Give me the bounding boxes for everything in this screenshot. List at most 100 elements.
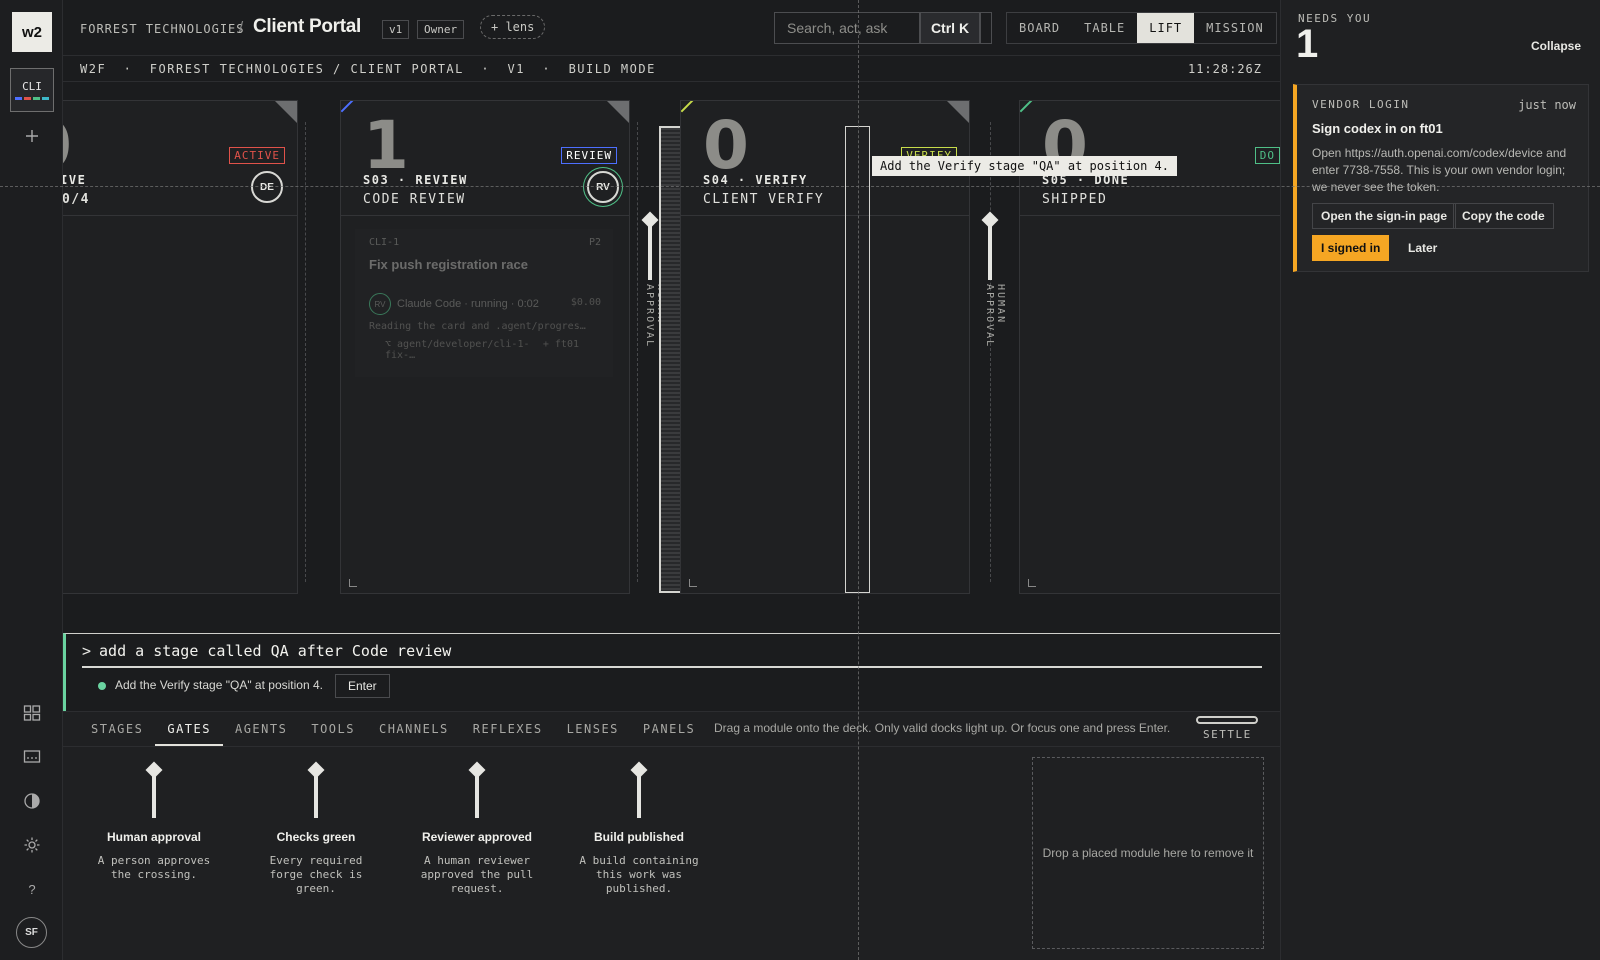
module-build-published[interactable]: Build published A build containing this …: [564, 761, 714, 896]
view-tab-board[interactable]: BOARD: [1007, 13, 1072, 43]
card-branch: ⌥ agent/developer/cli-1-fix-…: [385, 339, 530, 361]
view-tab-table[interactable]: TABLE: [1072, 13, 1137, 43]
tab-lenses[interactable]: LENSES: [555, 712, 631, 746]
lane-gutter: [990, 122, 991, 582]
tab-tools[interactable]: TOOLS: [299, 712, 367, 746]
module-reviewer-approved[interactable]: Reviewer approved A human reviewer appro…: [402, 761, 552, 896]
user-avatar[interactable]: SF: [16, 917, 47, 948]
tab-channels[interactable]: CHANNELS: [367, 712, 461, 746]
crosshair-vertical: [858, 0, 859, 960]
module-title: Checks green: [276, 830, 356, 844]
enter-button[interactable]: Enter: [335, 674, 390, 698]
stage-id: S04 · VERIFY: [703, 173, 808, 187]
agent-avatar[interactable]: RV: [587, 171, 619, 203]
module-tray: STAGES GATES AGENTS TOOLS CHANNELS REFLE…: [63, 711, 1280, 960]
agent-status-text: Claude Code · running · 0:02: [397, 297, 539, 310]
tray-hint: Drag a module onto the deck. Only valid …: [714, 721, 1171, 735]
module-title: Human approval: [106, 830, 202, 844]
tab-divider: [63, 746, 1280, 747]
tab-reflexes[interactable]: REFLEXES: [461, 712, 555, 746]
context-path: W2F · FORREST TECHNOLOGIES / CLIENT PORT…: [80, 62, 656, 76]
copy-code-button[interactable]: Copy the code: [1453, 203, 1554, 229]
work-card-dragging[interactable]: CLI-1 P2 Fix push registration race RV Cl…: [355, 229, 613, 377]
settle-icon[interactable]: [1196, 716, 1258, 724]
module-title: Build published: [594, 830, 684, 844]
later-button[interactable]: Later: [1399, 235, 1446, 261]
shortcut-hint: Ctrl K: [920, 12, 980, 44]
page-title: Client Portal: [253, 16, 362, 37]
gate-pin-icon: [564, 761, 714, 820]
view-tab-mission[interactable]: MISSION: [1194, 13, 1276, 43]
breadcrumb-org[interactable]: FORREST TECHNOLOGIES: [80, 22, 245, 36]
context-strip: W2F · FORREST TECHNOLOGIES / CLIENT PORT…: [63, 56, 1280, 82]
command-suggestion[interactable]: Add the Verify stage "QA" at position 4.: [115, 678, 323, 692]
view-switcher: BOARD TABLE LIFT MISSION: [1006, 12, 1277, 44]
crosshair-horizontal: [0, 186, 1600, 187]
drop-preview-tooltip: Add the Verify stage "QA" at position 4.: [872, 156, 1177, 176]
stage-id: S03 · REVIEW: [363, 173, 468, 187]
help-icon[interactable]: ?: [16, 876, 48, 902]
project-color-bars: [15, 97, 49, 100]
stage-name: NG 0/4: [63, 192, 90, 207]
tab-agents[interactable]: AGENTS: [223, 712, 299, 746]
command-input[interactable]: > add a stage called QA after Code review: [82, 642, 1262, 668]
command-bar: > add a stage called QA after Code review…: [63, 633, 1280, 711]
module-desc: A person approves the crossing.: [97, 854, 211, 881]
card-body: Open https://auth.openai.com/codex/devic…: [1312, 146, 1567, 194]
app-logo[interactable]: w2: [12, 12, 52, 52]
card-icon[interactable]: [16, 744, 48, 770]
card-title: Sign codex in on ft01: [1312, 121, 1443, 136]
agent-avatar[interactable]: DE: [251, 171, 283, 203]
command-text: add a stage called QA after Code review: [99, 642, 452, 660]
search-input[interactable]: Search, act, ask: [774, 12, 920, 44]
module-desc: Every required forge check is green.: [269, 854, 363, 895]
gear-icon[interactable]: [16, 832, 48, 858]
card-activity: Reading the card and .agent/progres…: [369, 321, 586, 332]
stage-id: ACTIVE: [63, 173, 87, 187]
card-kind: VENDOR LOGIN: [1312, 98, 1410, 111]
clock: 11:28:26Z: [1187, 62, 1262, 76]
grid-icon[interactable]: [16, 700, 48, 726]
contrast-icon[interactable]: [16, 788, 48, 814]
remove-drop-zone[interactable]: Drop a placed module here to remove it: [1032, 757, 1264, 949]
card-priority: P2: [588, 237, 601, 248]
tray-tabs: STAGES GATES AGENTS TOOLS CHANNELS REFLE…: [79, 712, 707, 746]
role-badge: Owner: [417, 20, 465, 39]
module-human-approval[interactable]: Human approval A person approves the cro…: [79, 761, 229, 882]
view-tab-lift[interactable]: LIFT: [1137, 13, 1195, 43]
top-bar: FORREST TECHNOLOGIES / Client Portal v1 …: [63, 0, 1280, 56]
breadcrumb-separator: /: [239, 19, 244, 36]
stage-name: CLIENT VERIFY: [703, 192, 825, 207]
add-lens-button[interactable]: + lens: [480, 15, 546, 39]
open-sign-in-button[interactable]: Open the sign-in page: [1312, 203, 1457, 229]
gate-pin-icon: [79, 761, 229, 820]
card-host: + ft01: [542, 339, 579, 350]
version-badge: v1: [382, 20, 410, 39]
collapse-button[interactable]: Collapse: [1531, 39, 1581, 53]
lane-gutter: [637, 122, 638, 582]
tab-stages[interactable]: STAGES: [79, 712, 155, 746]
tab-gates[interactable]: GATES: [155, 712, 223, 746]
card-id: CLI-1: [369, 237, 400, 248]
settle-button[interactable]: SETTLE: [1203, 728, 1252, 741]
vendor-login-card: VENDOR LOGIN just now Sign codex in on f…: [1293, 84, 1589, 272]
tab-panels[interactable]: PANELS: [631, 712, 707, 746]
lane-gutter: [305, 122, 306, 582]
stage-column-active[interactable]: 0 ACTIVE DE ACTIVE NG 0/4: [63, 100, 298, 594]
left-rail: w2 CLI ? SF: [0, 0, 63, 960]
gate-label: HUMAN APPROVAL: [984, 284, 1006, 349]
project-switcher-cli[interactable]: CLI: [10, 68, 54, 112]
card-time: just now: [1518, 98, 1576, 112]
module-checks-green[interactable]: Checks green Every required forge check …: [241, 761, 391, 896]
module-title: Reviewer approved: [421, 830, 533, 844]
project-label: CLI: [22, 80, 42, 93]
stage-tag: REVIEW: [561, 147, 617, 164]
signed-in-button[interactable]: I signed in: [1312, 235, 1390, 261]
plus-icon[interactable]: [16, 123, 48, 149]
card-title: Fix push registration race: [369, 257, 528, 272]
module-desc: A human reviewer approved the pull reque…: [420, 854, 534, 895]
stage-column-code-review[interactable]: 1 REVIEW RV S03 · REVIEW CODE REVIEW CLI…: [340, 100, 630, 594]
module-desc: A build containing this work was publish…: [579, 854, 699, 895]
search-end-cap: [980, 12, 992, 44]
needs-you-panel: NEEDS YOU 1 Collapse VENDOR LOGIN just n…: [1280, 0, 1600, 960]
